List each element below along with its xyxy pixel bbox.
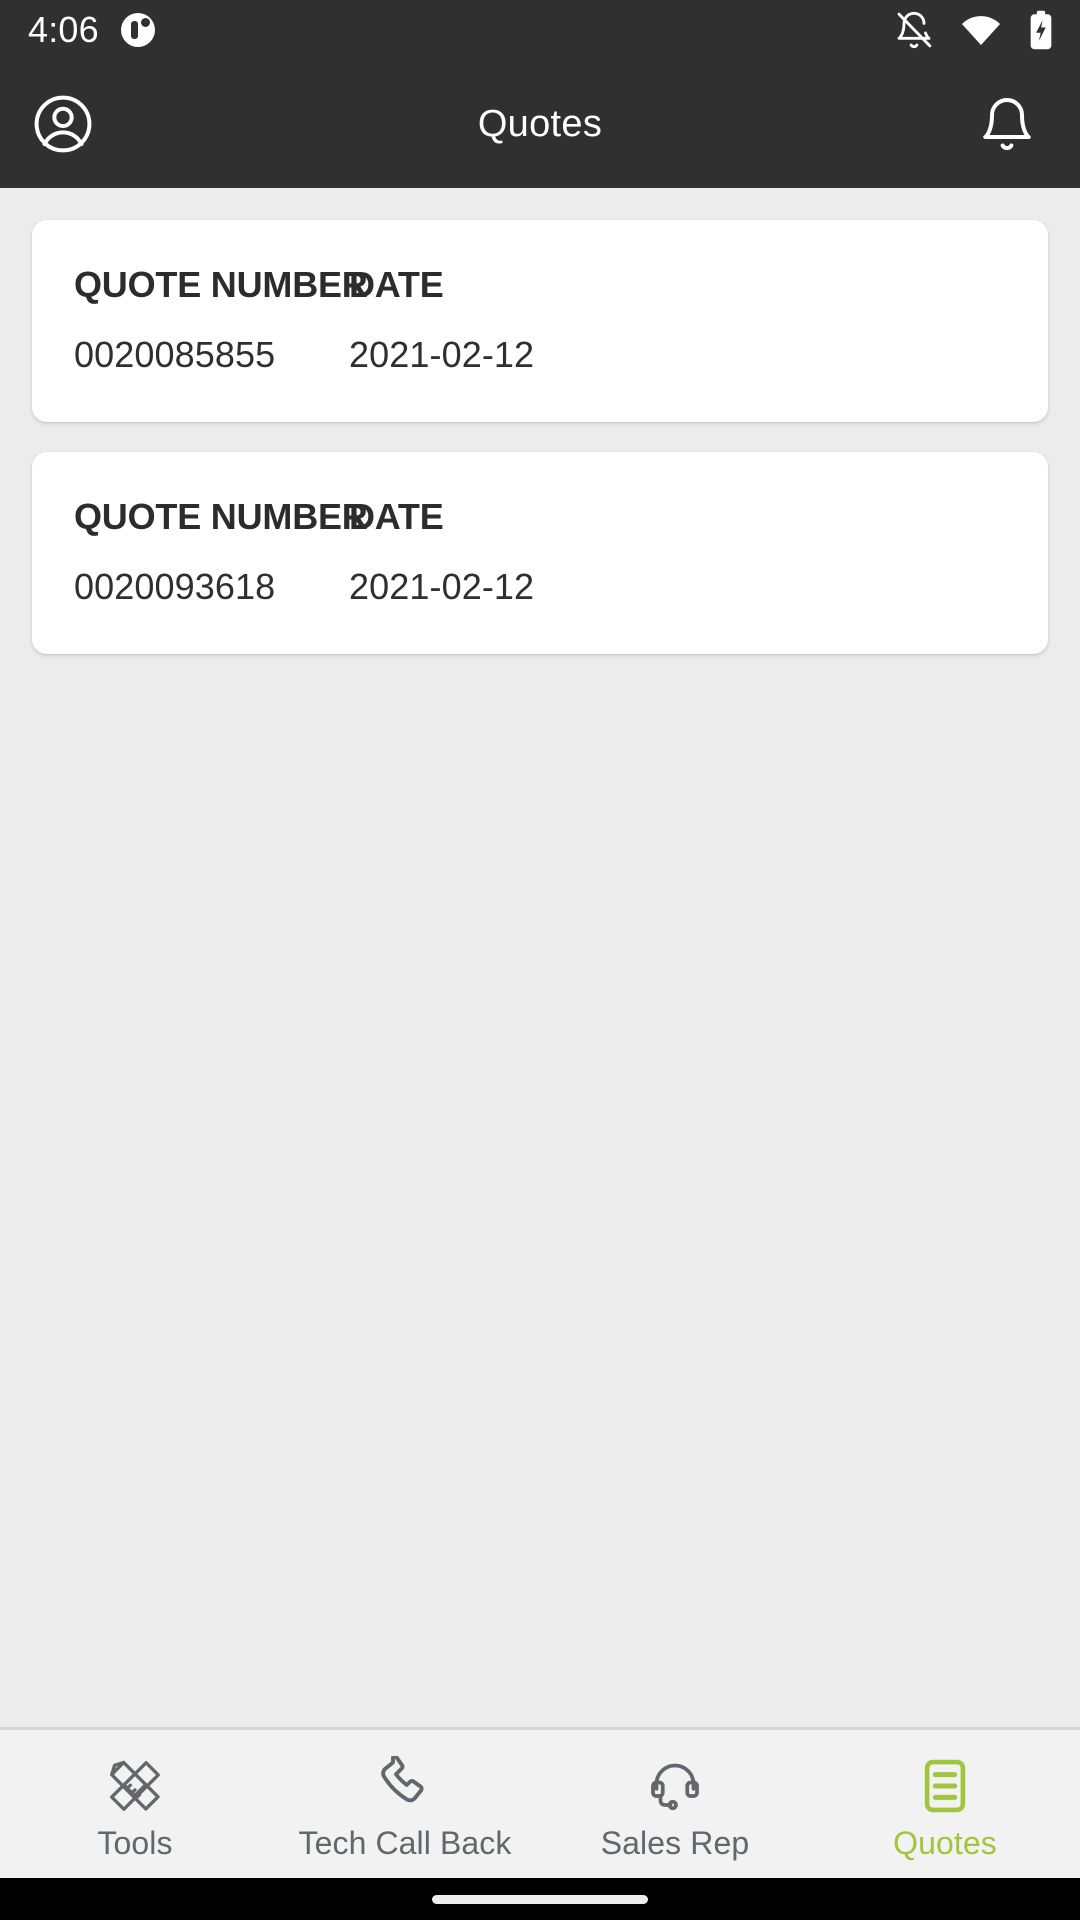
document-list-icon: [916, 1754, 974, 1818]
quote-card[interactable]: QUOTE NUMBER DATE 0020093618 2021-02-12: [32, 452, 1048, 654]
wifi-icon: [960, 10, 1002, 50]
phone-screen: 4:06 Quotes QUOTE NUMBER DATE 0020085855…: [0, 0, 1080, 1920]
nav-label-tech-call-back: Tech Call Back: [298, 1824, 512, 1861]
quote-card[interactable]: QUOTE NUMBER DATE 0020085855 2021-02-12: [32, 220, 1048, 422]
notification-bell-icon[interactable]: [968, 85, 1046, 163]
quote-card-header-row: QUOTE NUMBER DATE: [74, 264, 1006, 306]
nav-item-quotes[interactable]: Quotes: [810, 1730, 1080, 1878]
app-bar: Quotes: [0, 60, 1080, 188]
account-circle-icon[interactable]: [24, 85, 102, 163]
nav-label-tools: Tools: [97, 1824, 173, 1861]
phone-icon: [375, 1754, 435, 1818]
page-title: Quotes: [477, 102, 603, 145]
quote-date-value: 2021-02-12: [349, 566, 535, 607]
notifications-off-icon: [894, 10, 934, 50]
nav-item-tools[interactable]: Tools: [0, 1730, 270, 1878]
quotes-list: QUOTE NUMBER DATE 0020085855 2021-02-12 …: [0, 188, 1080, 1727]
quote-number-value: 0020085855: [74, 334, 276, 375]
quote-card-value-row: 0020093618 2021-02-12: [74, 566, 1006, 608]
bottom-navigation-bar: Tools Tech Call Back Sales Rep Quotes: [0, 1727, 1080, 1878]
status-bar-right: [894, 9, 1054, 51]
nav-item-sales-rep[interactable]: Sales Rep: [540, 1730, 810, 1878]
column-header-date: DATE: [349, 264, 444, 305]
column-header-quote-number: QUOTE NUMBER: [74, 264, 368, 305]
system-gesture-bar: [0, 1878, 1080, 1920]
quote-number-value: 0020093618: [74, 566, 276, 607]
home-gesture-pill[interactable]: [432, 1894, 648, 1904]
quote-card-value-row: 0020085855 2021-02-12: [74, 334, 1006, 376]
app-badge-icon: [120, 13, 155, 47]
quote-card-header-row: QUOTE NUMBER DATE: [74, 496, 1006, 538]
status-clock: 4:06: [28, 9, 99, 50]
quote-date-value: 2021-02-12: [349, 334, 535, 375]
nav-label-quotes: Quotes: [893, 1824, 997, 1861]
battery-charging-icon: [1028, 9, 1054, 51]
nav-item-tech-call-back[interactable]: Tech Call Back: [270, 1730, 540, 1878]
status-bar: 4:06: [0, 0, 1080, 60]
nav-label-sales-rep: Sales Rep: [600, 1824, 750, 1861]
column-header-date: DATE: [349, 496, 444, 537]
ruler-pencil-icon: [104, 1754, 166, 1818]
headset-icon: [645, 1754, 705, 1818]
column-header-quote-number: QUOTE NUMBER: [74, 496, 368, 537]
status-bar-left: 4:06: [28, 12, 155, 48]
